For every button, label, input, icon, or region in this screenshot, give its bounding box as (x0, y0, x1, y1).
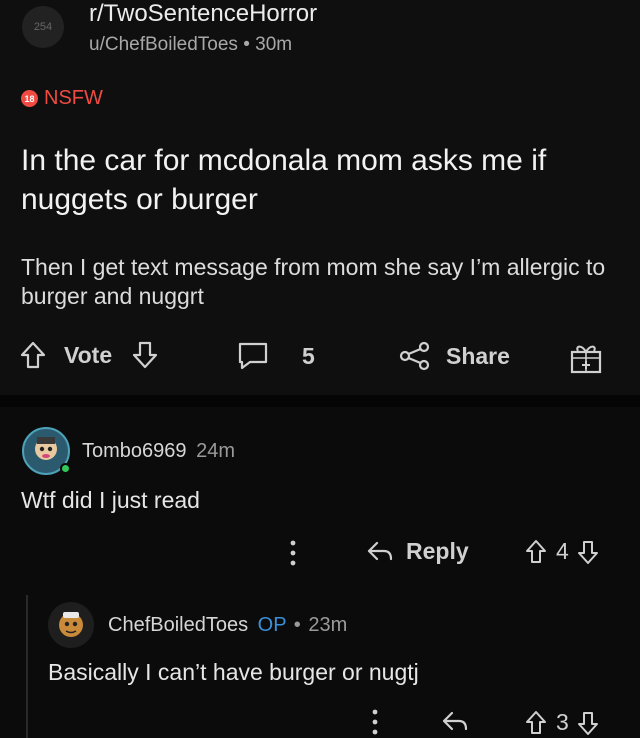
downvote-arrow-icon[interactable] (577, 710, 599, 736)
post-author[interactable]: u/ChefBoiledToes (89, 34, 238, 55)
subreddit-avatar[interactable]: 254 (22, 6, 64, 48)
post-meta: u/ChefBoiledToes • 30m (89, 34, 292, 56)
thread-line[interactable] (26, 595, 28, 738)
post-body: Then I get text message from mom she say… (21, 254, 606, 309)
comment-author[interactable]: ChefBoiledToes (108, 614, 248, 636)
share-label: Share (446, 342, 510, 369)
section-divider (0, 395, 640, 407)
comment-time: 23m (308, 614, 348, 636)
meta-separator: • (243, 34, 250, 55)
downvote-arrow-icon[interactable] (577, 539, 599, 565)
comments-button[interactable]: 5 (236, 341, 315, 371)
share-icon (398, 341, 432, 371)
commenter-avatar[interactable] (48, 602, 94, 648)
more-options-button[interactable] (288, 538, 298, 568)
more-vertical-icon (370, 707, 380, 737)
comment-score: 4 (556, 538, 569, 564)
comment-vote-group: 4 (525, 538, 599, 565)
comment-vote-group: 3 (525, 709, 599, 736)
post-time: 30m (255, 34, 293, 55)
online-status-dot (60, 463, 71, 474)
snoo-avatar-icon (59, 612, 83, 637)
more-vertical-icon (288, 538, 298, 568)
meta-separator: • (293, 614, 301, 636)
reply-button[interactable]: Reply (366, 538, 469, 565)
nsfw-18-icon: 18 (21, 90, 38, 107)
comment-text: Basically I can’t have burger or nugtj (48, 659, 419, 685)
reply-button[interactable] (441, 709, 469, 735)
snoo-avatar-icon (35, 437, 57, 460)
comment-bubble-icon (236, 341, 270, 371)
upvote-arrow-icon[interactable] (20, 341, 46, 369)
gift-award-icon (569, 341, 603, 375)
comment-text: Wtf did I just read (21, 487, 200, 513)
subreddit-avatar-text: 254 (33, 21, 53, 33)
post-card: 254 r/TwoSentenceHorror u/ChefBoiledToes… (0, 0, 640, 395)
more-options-button[interactable] (370, 707, 380, 737)
post-title[interactable]: In the car for mcdonala mom asks me if n… (21, 141, 621, 219)
subreddit-name[interactable]: r/TwoSentenceHorror (89, 0, 317, 28)
vote-label: Vote (64, 341, 113, 368)
nsfw-tag: 18 NSFW (21, 87, 103, 110)
reply-arrow-icon (441, 709, 469, 735)
comment-author[interactable]: Tombo6969 (82, 440, 187, 462)
comment-score: 3 (556, 709, 569, 735)
reply-arrow-icon (366, 539, 394, 565)
op-badge: OP (257, 614, 287, 636)
nsfw-label: NSFW (44, 87, 103, 109)
reply-label: Reply (406, 538, 469, 564)
comment-author-line: Tombo6969 24m (82, 440, 235, 463)
upvote-arrow-icon[interactable] (525, 710, 547, 736)
comment-count: 5 (302, 342, 315, 369)
downvote-arrow-icon[interactable] (132, 341, 158, 369)
award-button[interactable] (569, 341, 603, 375)
upvote-arrow-icon[interactable] (525, 539, 547, 565)
vote-group: Vote (20, 341, 158, 369)
comment-time: 24m (196, 440, 235, 462)
share-button[interactable]: Share (398, 341, 510, 371)
comment-author-line: ChefBoiledToes OP • 23m (108, 614, 347, 637)
